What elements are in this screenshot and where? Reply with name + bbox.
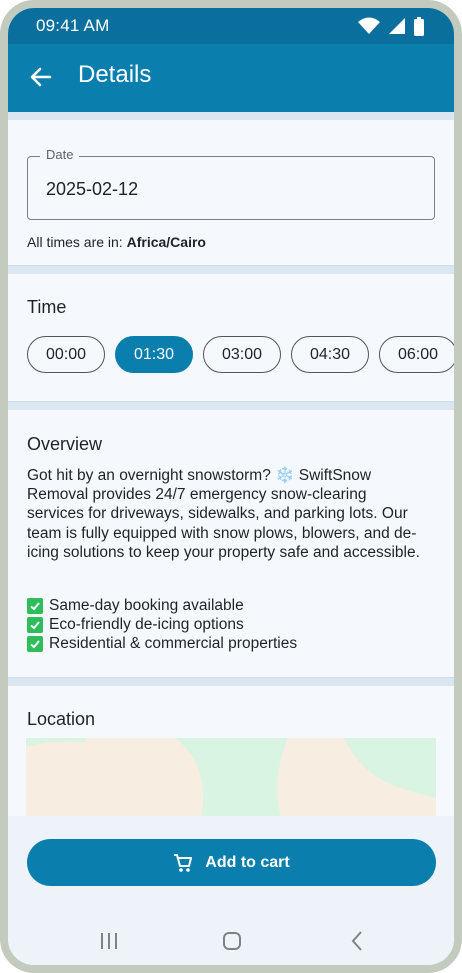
date-field-label: Date xyxy=(40,147,80,162)
overview-section-title: Overview xyxy=(27,434,103,454)
device-frame: 09:41 AM Details Date 2025-02-12 All tim… xyxy=(0,0,462,973)
screen: 09:41 AM Details Date 2025-02-12 All tim… xyxy=(8,8,454,965)
check-icon xyxy=(27,635,43,652)
add-to-cart-button[interactable]: Add to cart xyxy=(27,839,436,886)
feature-item: Residential & commercial properties xyxy=(27,634,297,653)
timezone-value: Africa/Cairo xyxy=(126,234,206,250)
cart-icon xyxy=(174,853,193,872)
feature-label: Eco-friendly de-icing options xyxy=(49,615,244,633)
time-card: Time 00:00 01:30 03:00 04:30 06:00 xyxy=(8,274,454,402)
location-section-title: Location xyxy=(27,709,96,729)
feature-list: Same-day booking available Eco-friendly … xyxy=(27,596,297,653)
overview-card: Overview Got hit by an overnight snowsto… xyxy=(8,410,454,678)
app-bar: Details xyxy=(8,44,454,112)
battery-icon xyxy=(414,16,424,36)
divider xyxy=(8,402,454,410)
time-section-title: Time xyxy=(27,297,67,317)
back-nav-icon[interactable] xyxy=(342,927,372,955)
add-to-cart-label: Add to cart xyxy=(205,853,290,871)
time-slot-chip[interactable]: 04:30 xyxy=(291,336,369,373)
check-icon xyxy=(27,616,43,633)
feature-label: Same-day booking available xyxy=(49,596,244,614)
date-card: Date 2025-02-12 All times are in: Africa… xyxy=(8,120,454,266)
divider xyxy=(8,678,454,686)
status-time: 09:41 AM xyxy=(36,16,110,35)
divider xyxy=(8,266,454,274)
location-map[interactable] xyxy=(26,738,436,818)
status-bar: 09:41 AM xyxy=(8,8,454,44)
time-slot-chip-selected[interactable]: 01:30 xyxy=(115,336,193,373)
timezone-note: All times are in: Africa/Cairo xyxy=(27,234,206,250)
home-icon[interactable] xyxy=(217,927,247,955)
back-arrow-icon[interactable] xyxy=(28,64,54,90)
date-field-value: 2025-02-12 xyxy=(46,179,139,199)
date-field[interactable]: Date 2025-02-12 xyxy=(27,147,435,220)
bottom-bar: Add to cart xyxy=(8,816,454,965)
time-slot-chip[interactable]: 06:00 xyxy=(379,336,454,373)
time-slot-list: 00:00 01:30 03:00 04:30 06:00 xyxy=(27,336,454,373)
status-icons xyxy=(358,16,424,36)
wifi-icon xyxy=(358,17,380,34)
time-slot-chip[interactable]: 03:00 xyxy=(203,336,281,373)
divider xyxy=(8,112,454,120)
timezone-prefix: All times are in: xyxy=(27,234,123,250)
recent-apps-icon[interactable] xyxy=(94,927,124,955)
page-title: Details xyxy=(78,61,152,88)
location-card: Location xyxy=(8,686,454,826)
map-tiles xyxy=(26,738,436,818)
system-nav-bar xyxy=(8,925,454,965)
overview-description: Got hit by an overnight snowstorm? ❄️ Sw… xyxy=(27,467,420,561)
signal-icon xyxy=(389,18,405,34)
time-slot-chip[interactable]: 00:00 xyxy=(27,336,105,373)
feature-label: Residential & commercial properties xyxy=(49,634,298,652)
check-icon xyxy=(27,597,43,614)
feature-item: Same-day booking available xyxy=(27,596,297,615)
feature-item: Eco-friendly de-icing options xyxy=(27,615,297,634)
